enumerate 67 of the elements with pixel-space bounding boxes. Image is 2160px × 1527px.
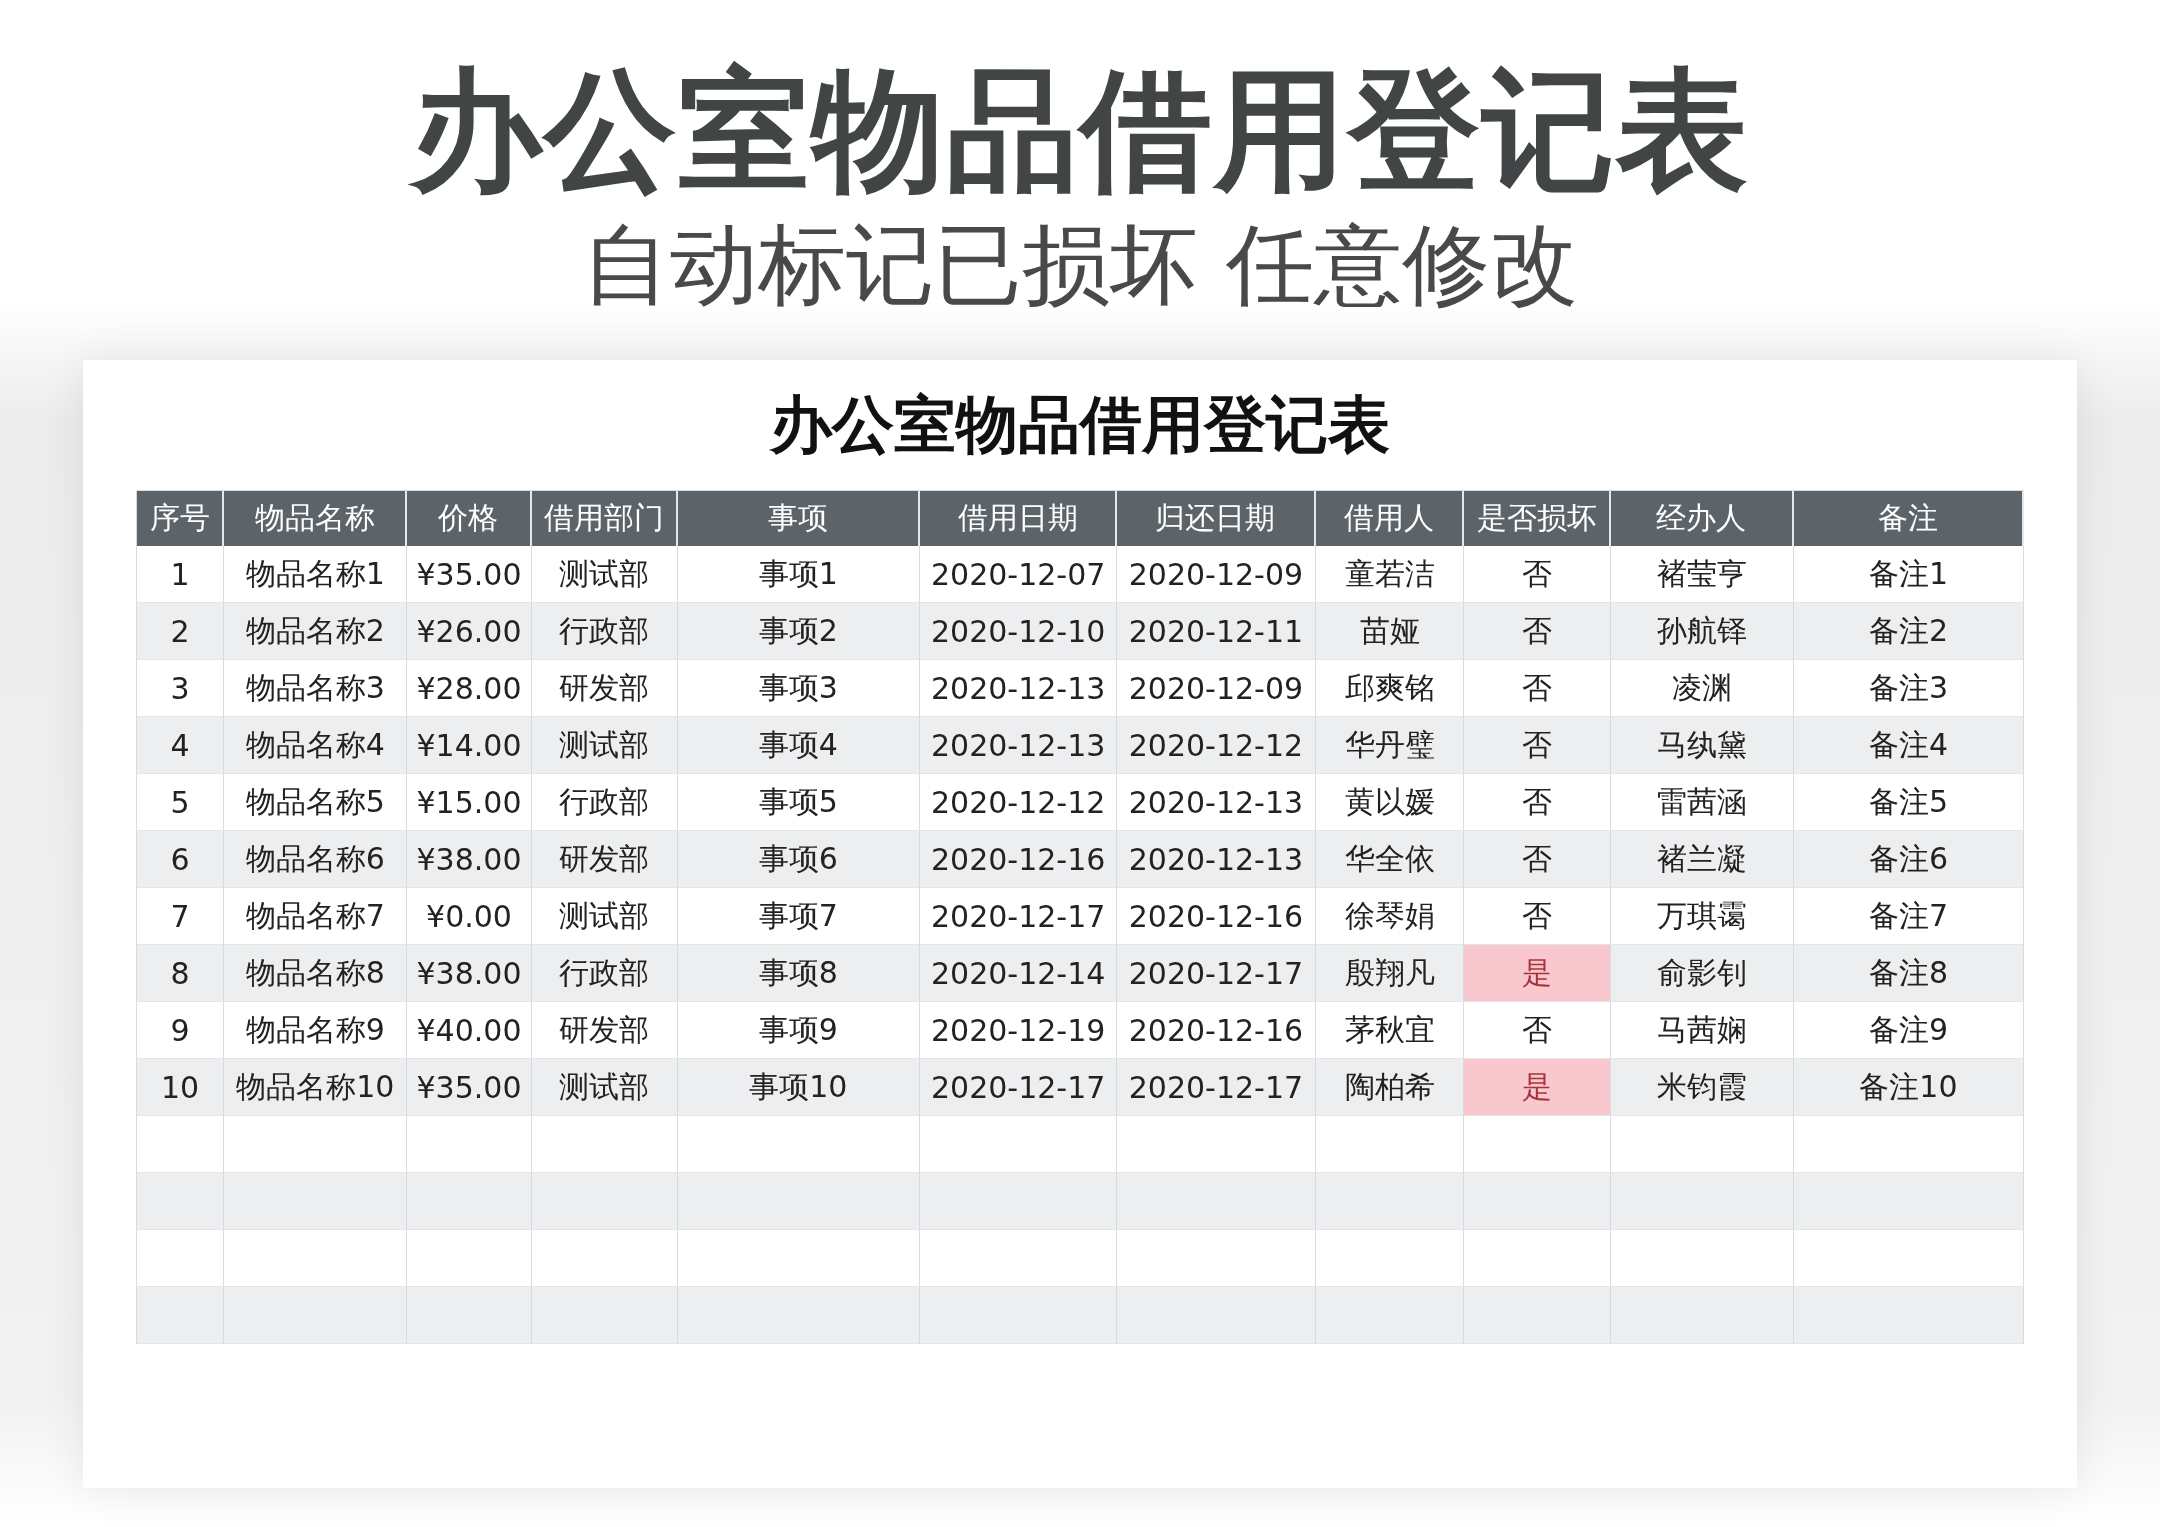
table-cell: 8 <box>136 945 225 1002</box>
table-cell: ¥38.00 <box>407 831 532 888</box>
table-cell: 备注8 <box>1793 945 2024 1002</box>
table-cell: 物品名称8 <box>224 945 408 1002</box>
table-cell: 4 <box>136 717 225 774</box>
table-cell: 2020-12-13 <box>920 717 1118 774</box>
table-cell: 研发部 <box>531 831 678 888</box>
column-header: 借用日期 <box>920 491 1118 546</box>
table-cell: ¥14.00 <box>407 717 532 774</box>
table-cell: 备注4 <box>1793 717 2024 774</box>
table-cell: 褚兰凝 <box>1610 831 1794 888</box>
table-cell: 事项4 <box>677 717 921 774</box>
table-cell: 2020-12-17 <box>1117 945 1316 1002</box>
table-cell: 6 <box>136 831 225 888</box>
table-cell: 是 <box>1464 945 1611 1002</box>
table-cell: 2 <box>136 603 225 660</box>
table-cell: 行政部 <box>531 603 678 660</box>
table-cell: 事项6 <box>677 831 921 888</box>
table-cell: 米钧霞 <box>1610 1059 1794 1116</box>
table-cell: 事项10 <box>677 1059 921 1116</box>
column-header: 事项 <box>677 491 921 546</box>
table-cell: 10 <box>136 1059 225 1116</box>
column-header: 经办人 <box>1610 491 1794 546</box>
table-cell: 物品名称10 <box>224 1059 408 1116</box>
table-cell: 测试部 <box>531 717 678 774</box>
table-cell: 2020-12-10 <box>920 603 1118 660</box>
table-cell: 马纨黛 <box>1610 717 1794 774</box>
table-cell: ¥35.00 <box>407 1059 532 1116</box>
table-cell: 物品名称6 <box>224 831 408 888</box>
column-header: 备注 <box>1793 491 2024 546</box>
table-cell: 备注6 <box>1793 831 2024 888</box>
table-cell: 2020-12-13 <box>1117 831 1316 888</box>
column-header: 借用人 <box>1315 491 1465 546</box>
table-cell: 2020-12-11 <box>1117 603 1316 660</box>
table-cell: 否 <box>1464 603 1611 660</box>
table-cell: 2020-12-17 <box>1117 1059 1316 1116</box>
table-cell: 2020-12-17 <box>920 1059 1118 1116</box>
column-header: 借用部门 <box>531 491 678 546</box>
table-cell: 备注2 <box>1793 603 2024 660</box>
column-header: 归还日期 <box>1117 491 1316 546</box>
table-cell: 行政部 <box>531 945 678 1002</box>
table-cell: ¥38.00 <box>407 945 532 1002</box>
table-cell: 俞影钊 <box>1610 945 1794 1002</box>
table-cell: 苗娅 <box>1315 603 1465 660</box>
subheadline: 自动标记已损坏 任意修改 <box>582 212 1578 318</box>
table-cell: 否 <box>1464 831 1611 888</box>
table-cell: 是 <box>1464 1059 1611 1116</box>
table-cell: ¥26.00 <box>407 603 532 660</box>
column-header: 价格 <box>407 491 532 546</box>
table-cell: 2020-12-16 <box>920 831 1118 888</box>
table-cell: 华全依 <box>1315 831 1465 888</box>
column-header: 物品名称 <box>224 491 408 546</box>
headline: 办公室物品借用登记表 <box>410 52 1750 209</box>
table-cell: 备注10 <box>1793 1059 2024 1116</box>
table-cell: 事项8 <box>677 945 921 1002</box>
table-cell: 华丹璧 <box>1315 717 1465 774</box>
table-cell: 否 <box>1464 717 1611 774</box>
table-cell: 物品名称2 <box>224 603 408 660</box>
table-cell: 事项2 <box>677 603 921 660</box>
table-cell: 测试部 <box>531 1059 678 1116</box>
table-cell: 物品名称4 <box>224 717 408 774</box>
table-cell: 孙航铎 <box>1610 603 1794 660</box>
table-cell: 2020-12-12 <box>1117 717 1316 774</box>
sheet-title: 办公室物品借用登记表 <box>768 390 1391 461</box>
column-header: 是否损坏 <box>1464 491 1611 546</box>
column-header: 序号 <box>136 491 225 546</box>
table-cell: 2020-12-14 <box>920 945 1118 1002</box>
